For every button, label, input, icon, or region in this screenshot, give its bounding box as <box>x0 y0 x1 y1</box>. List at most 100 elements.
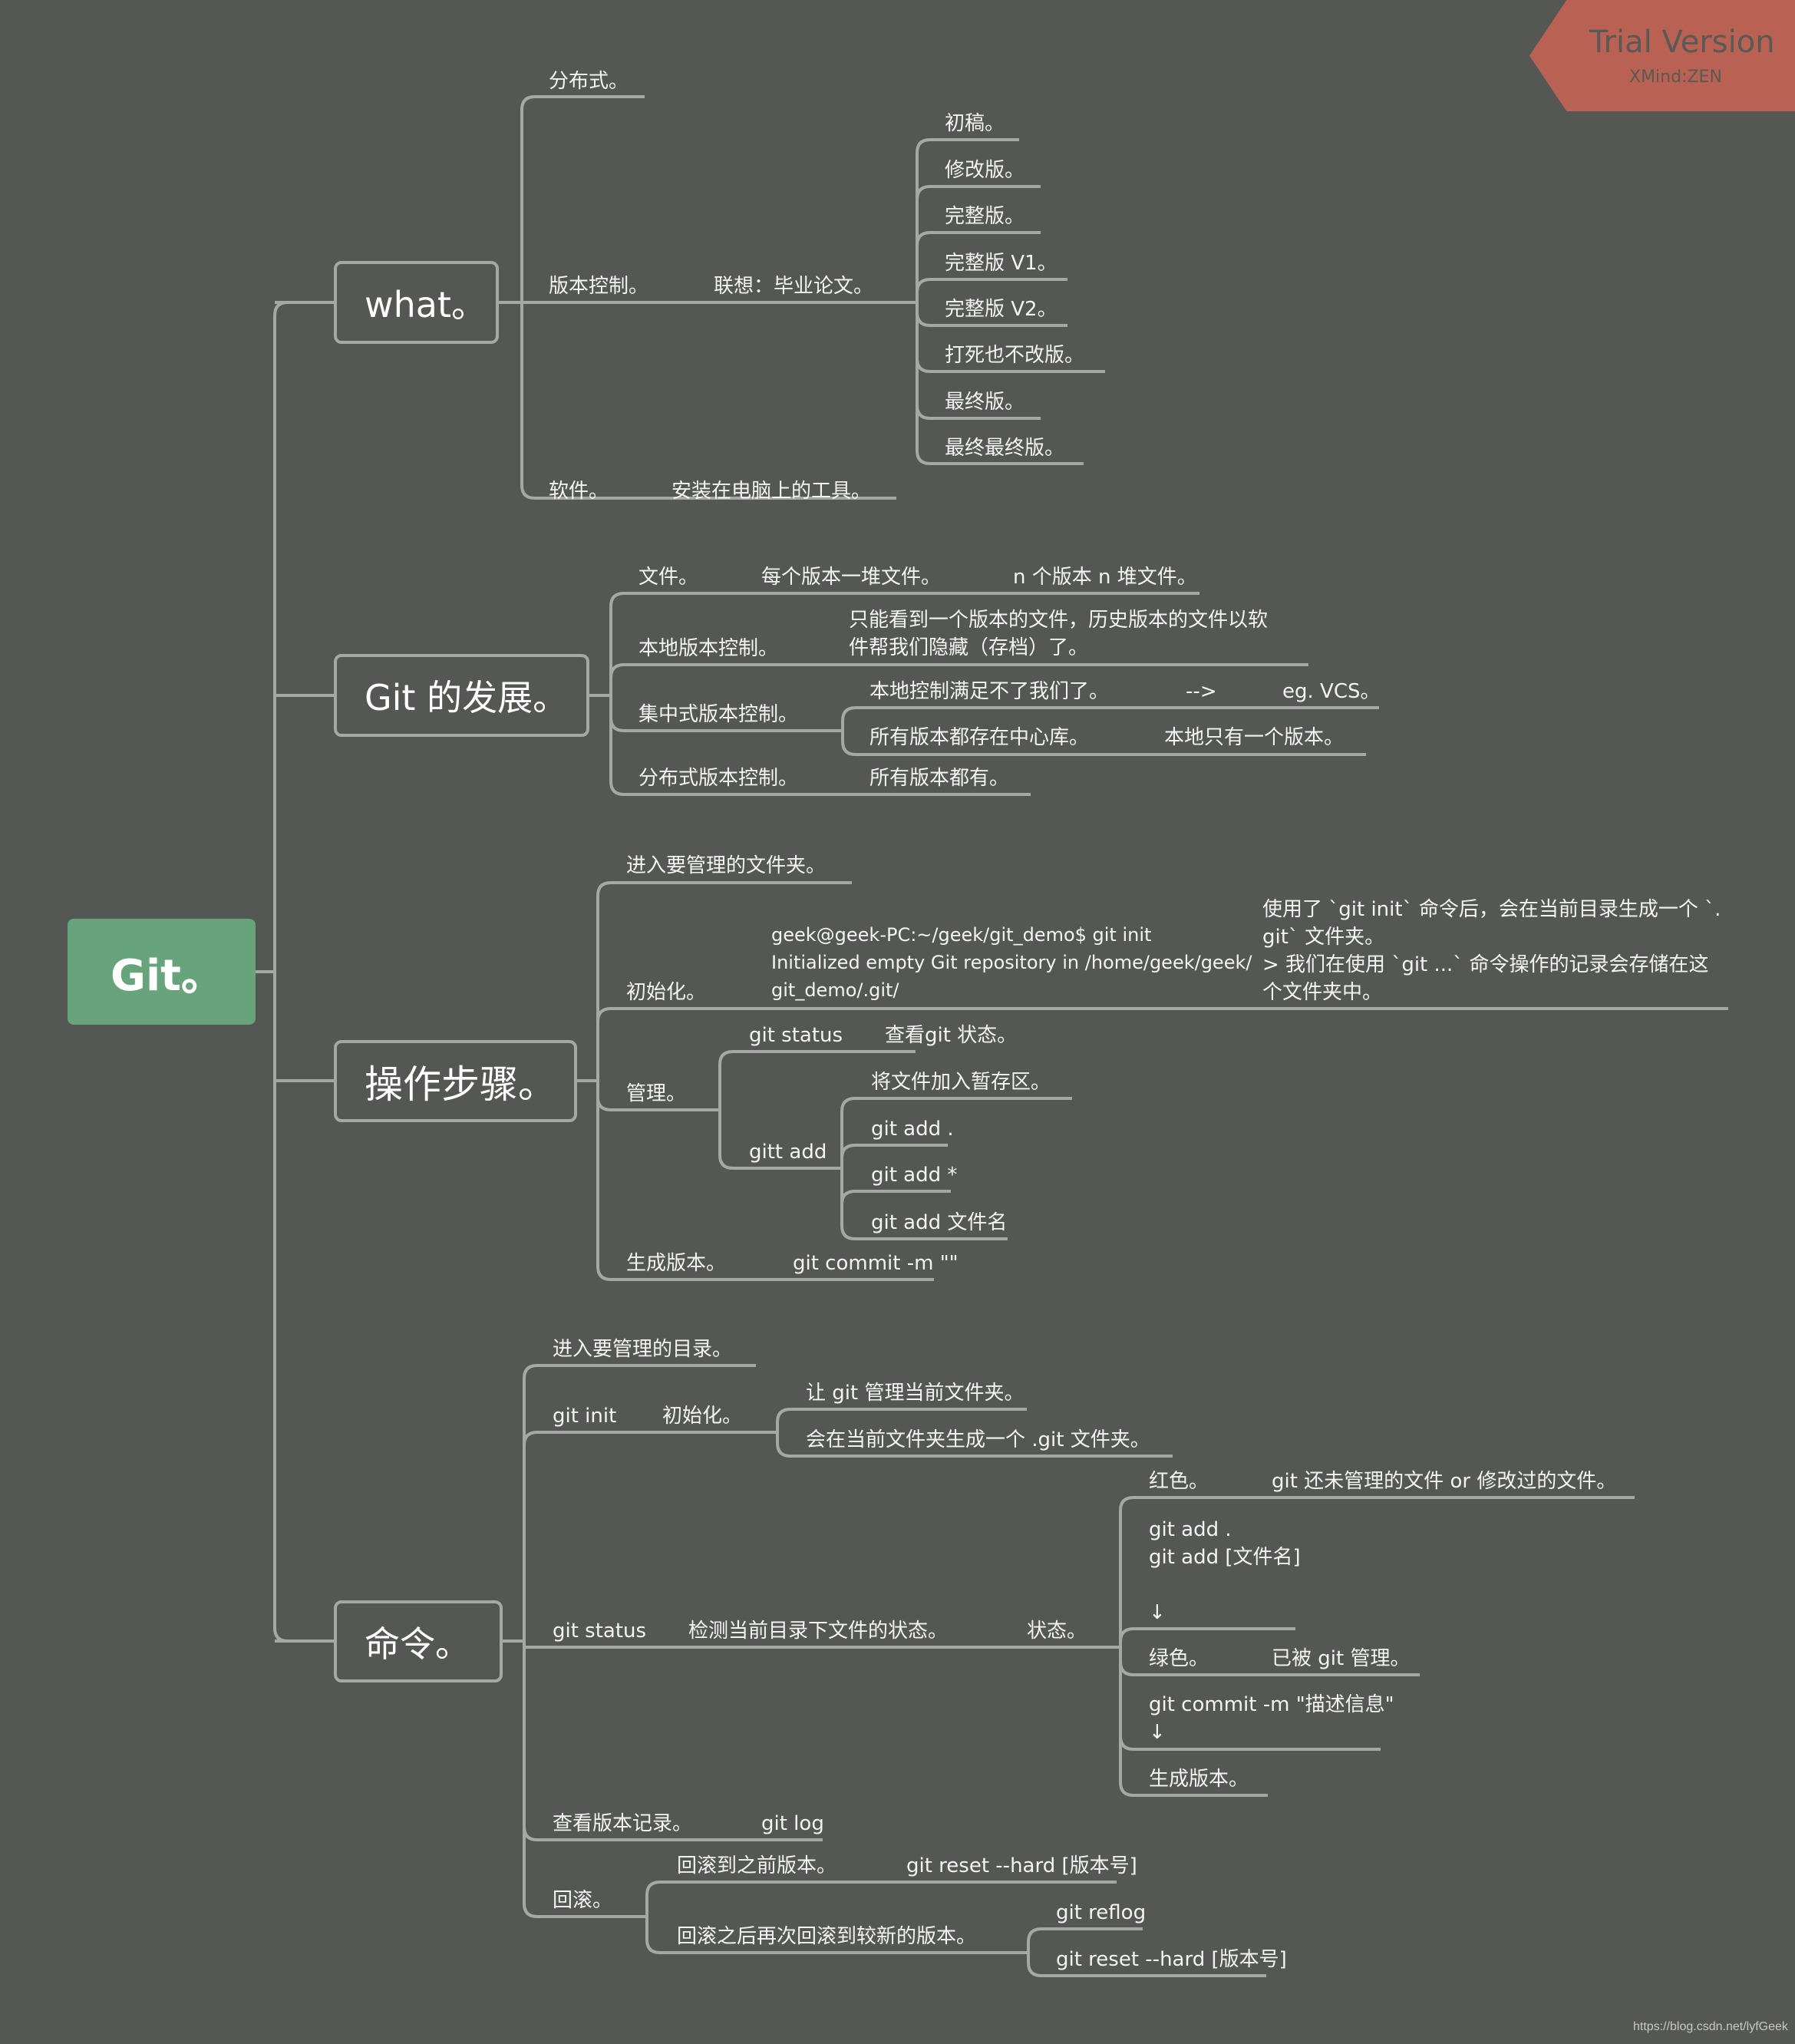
cmd-status-desc[interactable]: 检测当前目录下文件的状态。 <box>688 1617 948 1645</box>
cmd-init-desc1[interactable]: 让 git 管理当前文件夹。 <box>806 1379 1024 1407</box>
arrow-text: --> <box>1186 680 1217 703</box>
badge-title: Trial Version <box>1589 25 1775 60</box>
state-version[interactable]: 生成版本。 <box>1149 1765 1249 1793</box>
state-green-desc[interactable]: 已被 git 管理。 <box>1272 1645 1410 1673</box>
connector <box>916 312 931 327</box>
topic-what[interactable]: what。 <box>334 261 499 344</box>
cmd-commit[interactable]: git commit -m "" <box>793 1250 959 1277</box>
cmd-init-desc2[interactable]: 会在当前文件夹生成一个 .git 文件夹。 <box>806 1426 1150 1454</box>
subtopic-analogy[interactable]: 联想：毕业论文。 <box>714 272 873 300</box>
state-red-desc[interactable]: git 还未管理的文件 or 修改过的文件。 <box>1272 1468 1616 1495</box>
subtopic-central-desc2[interactable]: 所有版本都存在中心库。 <box>869 724 1089 751</box>
root-topic-git[interactable]: Git。 <box>68 919 256 1025</box>
connector <box>273 301 289 1643</box>
version-item[interactable]: 完整版。 <box>945 203 1025 230</box>
subtopic-central-desc1[interactable]: 本地控制满足不了我们了。 <box>869 678 1109 705</box>
connector <box>916 278 931 293</box>
connector <box>596 1097 612 1111</box>
connector <box>840 1144 856 1159</box>
state-red[interactable]: 红色。 <box>1149 1468 1209 1495</box>
connector <box>1119 1661 1134 1676</box>
connector <box>916 185 931 200</box>
cmd-gitt-add[interactable]: gitt add <box>749 1138 827 1166</box>
subtopic-file[interactable]: 文件。 <box>638 563 698 591</box>
topic-what-label: what。 <box>365 284 487 325</box>
connector <box>609 717 625 732</box>
cmd-git-init[interactable]: git init <box>553 1402 616 1430</box>
root-topic-label: Git。 <box>111 950 224 1001</box>
step-commit[interactable]: 生成版本。 <box>626 1250 726 1277</box>
state-commit-steps[interactable]: git commit -m "描述信息" ↓ <box>1149 1691 1394 1746</box>
cmd-add-variant[interactable]: git add 文件名 <box>871 1209 1007 1237</box>
cmd-rollback[interactable]: 回滚。 <box>553 1887 612 1914</box>
connector <box>523 1431 538 1446</box>
cmd-state[interactable]: 状态。 <box>1027 1617 1087 1645</box>
subtopic-file-desc1[interactable]: 每个版本一堆文件。 <box>761 563 941 591</box>
cmd-log-command[interactable]: git log <box>761 1810 824 1838</box>
rollback-prev-cmd[interactable]: git reset --hard [版本号] <box>906 1852 1137 1880</box>
state-green[interactable]: 绿色。 <box>1149 1645 1209 1673</box>
version-item[interactable]: 修改版。 <box>945 157 1025 184</box>
subtopic-distributed[interactable]: 分布式。 <box>549 68 629 95</box>
subtopic-local-desc[interactable]: 只能看到一个版本的文件，历史版本的文件以软 件帮我们隐藏（存档）了。 <box>849 606 1268 662</box>
subtopic-central-vcs[interactable]: 集中式版本控制。 <box>638 701 798 728</box>
subtopic-central-desc3[interactable]: 本地只有一个版本。 <box>1164 724 1344 751</box>
version-item[interactable]: 最终版。 <box>945 388 1025 416</box>
topic-history[interactable]: Git 的发展。 <box>334 654 589 737</box>
init-note[interactable]: 使用了 `git init` 命令后，会在当前目录生成一个 `. git` 文件… <box>1262 896 1721 1006</box>
connector <box>916 405 931 420</box>
cmd-enter-dir[interactable]: 进入要管理的目录。 <box>553 1336 732 1363</box>
version-item[interactable]: 初稿。 <box>945 110 1005 137</box>
subtopic-software-desc[interactable]: 安装在电脑上的工具。 <box>671 477 871 505</box>
subtopic-local-vcs[interactable]: 本地版本控制。 <box>638 635 778 662</box>
subtopic-software[interactable]: 软件。 <box>549 477 609 505</box>
trial-version-badge: Trial Version XMind:ZEN <box>1529 0 1795 111</box>
topic-commands[interactable]: 命令。 <box>334 1600 503 1682</box>
rollback-prev[interactable]: 回滚到之前版本。 <box>677 1852 836 1880</box>
connector <box>841 706 856 756</box>
step-init[interactable]: 初始化。 <box>626 979 706 1006</box>
connector <box>520 95 536 500</box>
connector <box>596 1007 612 1022</box>
cmd-add-variant[interactable]: git add * <box>871 1161 957 1189</box>
subtopic-file-desc2[interactable]: n 个版本 n 堆文件。 <box>1013 563 1197 591</box>
topic-commands-label: 命令。 <box>365 1623 470 1665</box>
connector <box>916 231 931 246</box>
rollback-newer[interactable]: 回滚之后再次回滚到较新的版本。 <box>677 1923 976 1950</box>
cmd-reflog[interactable]: git reflog <box>1056 1899 1146 1927</box>
subtopic-distributed-desc[interactable]: 所有版本都有。 <box>869 764 1009 792</box>
topic-steps-label: 操作步骤。 <box>365 1062 556 1107</box>
connector <box>776 1408 791 1458</box>
connector <box>718 1050 734 1170</box>
connector <box>916 358 931 373</box>
watermark-url: https://blog.csdn.net/lyfGeek <box>1633 2020 1788 2033</box>
init-console-output[interactable]: geek@geek-PC:~/geek/git_demo$ git init I… <box>771 921 1252 1004</box>
version-item[interactable]: 打死也不改版。 <box>945 342 1084 369</box>
badge-subtitle: XMind:ZEN <box>1629 68 1722 87</box>
connector <box>1119 1627 1134 1643</box>
version-item[interactable]: 完整版 V1。 <box>945 249 1058 277</box>
step-manage[interactable]: 管理。 <box>626 1080 686 1108</box>
connector <box>840 1190 856 1205</box>
cmd-log[interactable]: 查看版本记录。 <box>553 1810 692 1838</box>
subtopic-vcs[interactable]: 版本控制。 <box>549 272 648 300</box>
version-item[interactable]: 完整版 V2。 <box>945 296 1058 323</box>
step-enter-folder[interactable]: 进入要管理的文件夹。 <box>626 852 826 880</box>
version-item[interactable]: 最终最终版。 <box>945 434 1064 462</box>
cmd-git-status[interactable]: git status <box>749 1022 843 1049</box>
cmd-add-variant[interactable]: git add . <box>871 1115 954 1143</box>
cmd-init[interactable]: 初始化。 <box>662 1402 742 1430</box>
topic-steps[interactable]: 操作步骤。 <box>334 1040 577 1122</box>
cmd-git-status[interactable]: git status <box>553 1617 646 1645</box>
topic-history-label: Git 的发展。 <box>365 677 569 718</box>
connector <box>609 663 625 679</box>
connector <box>596 881 612 1281</box>
state-add-steps[interactable]: git add . git add [文件名] ↓ <box>1149 1516 1301 1626</box>
subtopic-central-eg[interactable]: eg. VCS。 <box>1282 678 1380 705</box>
connector <box>1027 1927 1042 1977</box>
connector <box>840 1097 856 1240</box>
cmd-git-status-desc[interactable]: 查看git 状态。 <box>885 1022 1017 1049</box>
cmd-add-desc[interactable]: 将文件加入暂存区。 <box>871 1068 1051 1096</box>
subtopic-distributed-vcs[interactable]: 分布式版本控制。 <box>638 764 798 792</box>
rollback-newer-cmd[interactable]: git reset --hard [版本号] <box>1056 1946 1287 1973</box>
